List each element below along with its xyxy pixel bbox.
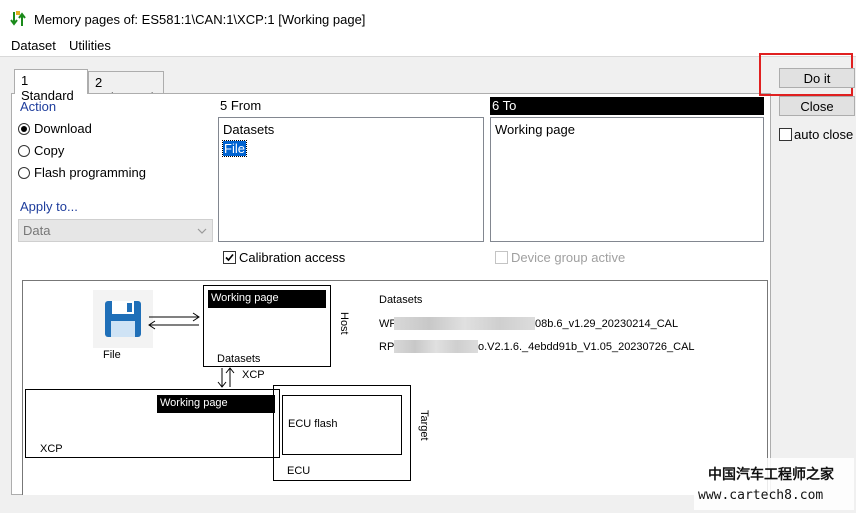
window-title: Memory pages of: ES581:1\CAN:1\XCP:1 [Wo…	[34, 12, 366, 27]
do-it-label: Do it	[803, 71, 831, 86]
to-listbox[interactable]: Working page	[490, 117, 764, 242]
auto-close-label[interactable]: auto close	[794, 127, 853, 142]
double-arrow-vertical-icon	[217, 367, 235, 388]
radio-download-label[interactable]: Download	[34, 121, 92, 136]
watermark: 中国汽车工程师之家 www.cartech8.com	[694, 458, 854, 510]
target-label: Target	[418, 410, 430, 441]
apply-to-select[interactable]: Data	[18, 219, 213, 242]
radio-flash-programming[interactable]	[18, 167, 30, 179]
auto-close-checkbox[interactable]	[779, 128, 792, 141]
to-header-label: 6 To	[492, 98, 517, 113]
menu-bar: Dataset Utilities	[0, 36, 856, 56]
datasets-title: Datasets	[379, 294, 423, 306]
redacted-block	[394, 317, 535, 330]
list-item-datasets[interactable]: Datasets	[223, 122, 274, 137]
tab-standard[interactable]: 1 Standard	[14, 69, 88, 103]
ecu-label: ECU	[287, 465, 311, 477]
file-label: File	[103, 349, 121, 361]
host-label: Host	[338, 312, 350, 335]
radio-copy[interactable]	[18, 145, 30, 157]
close-button[interactable]: Close	[779, 96, 855, 116]
ecu-flash-label: ECU flash	[288, 418, 338, 430]
host-box: Working page Datasets	[203, 285, 331, 367]
memory-pages-icon	[10, 11, 26, 26]
ecu-box: ECU flash ECU	[273, 385, 411, 481]
xcp-working-page: Working page	[157, 395, 275, 413]
apply-to-label: Apply to...	[20, 199, 78, 214]
from-listbox[interactable]: Datasets File	[218, 117, 484, 242]
xcp-label: XCP	[40, 443, 63, 455]
to-header: 6 To	[490, 97, 764, 115]
list-item-working-page[interactable]: Working page	[495, 122, 575, 137]
tab-enhanced[interactable]: 2 Enhanced	[88, 71, 164, 105]
list-item-file-selected[interactable]: File	[222, 140, 247, 157]
calibration-access-label[interactable]: Calibration access	[239, 250, 345, 265]
apply-to-value: Data	[23, 223, 51, 238]
ecu-flash-box: ECU flash	[282, 395, 402, 455]
host-datasets-label: Datasets	[217, 353, 261, 365]
calibration-access-checkbox[interactable]	[223, 251, 236, 264]
radio-download[interactable]	[18, 123, 30, 135]
device-group-active-checkbox[interactable]	[495, 251, 508, 264]
close-label: Close	[800, 99, 834, 114]
radio-copy-label[interactable]: Copy	[34, 143, 64, 158]
floppy-disk-icon	[105, 301, 141, 337]
do-it-button[interactable]: Do it	[779, 68, 855, 88]
dataset-rp-suffix: o.V2.1.6._4ebdd91b_V1.05_20230726_CAL	[478, 341, 695, 353]
xcp-arrow-label: XCP	[242, 369, 265, 381]
watermark-line2: www.cartech8.com	[698, 488, 824, 503]
host-working-page: Working page	[208, 290, 326, 308]
title-bar: Memory pages of: ES581:1\CAN:1\XCP:1 [Wo…	[0, 0, 856, 36]
from-header-label: 5 From	[220, 98, 262, 113]
chevron-down-icon	[197, 228, 207, 234]
dataset-wp-suffix: 08b.6_v1.29_20230214_CAL	[535, 318, 679, 330]
redacted-block	[394, 340, 478, 353]
menu-dataset[interactable]: Dataset	[11, 38, 56, 53]
radio-flash-programming-label[interactable]: Flash programming	[34, 165, 146, 180]
double-arrow-horizontal-icon	[148, 312, 200, 330]
tab-standard-label: 1 Standard	[21, 73, 74, 103]
check-icon	[225, 253, 234, 262]
xcp-box: Working page XCP	[25, 389, 280, 458]
from-header: 5 From	[218, 97, 484, 115]
dataset-rp-prefix: RP	[379, 341, 395, 353]
watermark-line1: 中国汽车工程师之家	[708, 466, 834, 482]
device-group-active-label: Device group active	[511, 250, 626, 265]
file-icon-frame	[93, 290, 153, 348]
menu-utilities[interactable]: Utilities	[69, 38, 111, 53]
